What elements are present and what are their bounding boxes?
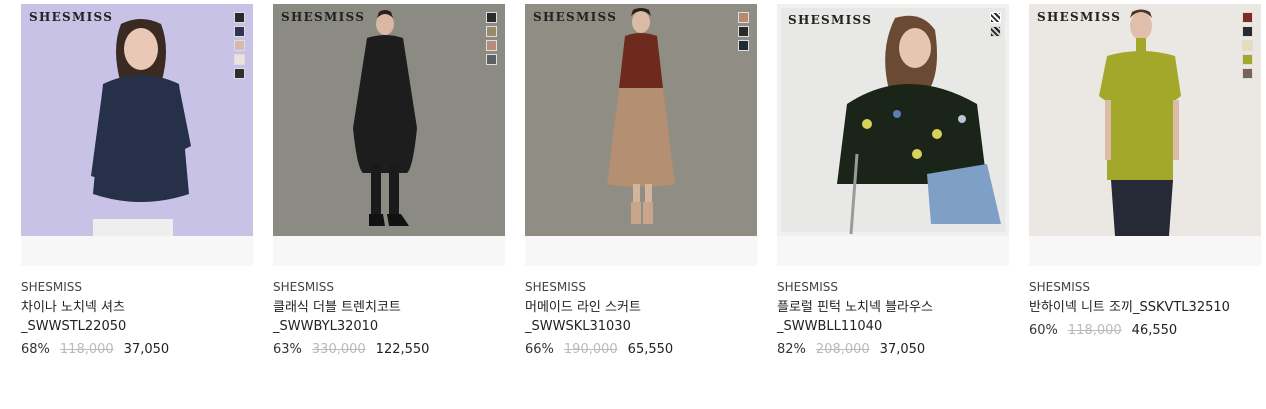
- product-photo[interactable]: [525, 4, 757, 236]
- color-swatches: [990, 12, 1001, 37]
- discount-rate: 68%: [21, 342, 50, 357]
- color-swatch[interactable]: [1242, 40, 1253, 51]
- color-swatches: [234, 12, 245, 79]
- color-swatches: [738, 12, 749, 51]
- color-swatch[interactable]: [486, 12, 497, 23]
- color-swatch[interactable]: [990, 12, 1001, 23]
- color-swatch[interactable]: [990, 26, 1001, 37]
- product-image-area[interactable]: SHESMISS: [21, 4, 253, 266]
- color-swatch[interactable]: [1242, 68, 1253, 79]
- product-brand[interactable]: SHESMISS: [21, 280, 253, 294]
- product-brand[interactable]: SHESMISS: [273, 280, 505, 294]
- model-illustration: [1099, 9, 1181, 236]
- discount-rate: 63%: [273, 342, 302, 357]
- product-card-4[interactable]: SHESMISS SHESMISS 플로럴 핀턱 노치넥 블라우스 _SWWBL…: [777, 4, 1009, 357]
- product-image-area[interactable]: SHESMISS: [1029, 4, 1261, 266]
- product-card-5[interactable]: SHESMISS SHESMISS 반하이넥 니트 조끼_SSKVTL32510…: [1029, 4, 1261, 338]
- model-illustration: [91, 19, 191, 236]
- price-row: 68% 118,000 37,050: [21, 342, 253, 357]
- product-image-area[interactable]: SHESMISS: [777, 4, 1009, 266]
- brand-watermark: SHESMISS: [29, 10, 114, 24]
- discount-rate: 82%: [777, 342, 806, 357]
- brand-watermark: SHESMISS: [1037, 10, 1122, 24]
- color-swatch[interactable]: [1242, 54, 1253, 65]
- product-photo[interactable]: [777, 4, 1009, 236]
- color-swatches: [486, 12, 497, 65]
- product-brand[interactable]: SHESMISS: [777, 280, 1009, 294]
- product-image-area[interactable]: SHESMISS: [525, 4, 757, 266]
- brand-watermark: SHESMISS: [788, 13, 873, 27]
- color-swatch[interactable]: [738, 12, 749, 23]
- discount-rate: 60%: [1029, 323, 1058, 338]
- product-name[interactable]: 차이나 노치넥 셔츠 _SWWSTL22050: [21, 298, 253, 336]
- color-swatch[interactable]: [486, 40, 497, 51]
- product-photo[interactable]: [273, 4, 505, 236]
- model-illustration: [607, 8, 675, 224]
- color-swatch[interactable]: [738, 26, 749, 37]
- color-swatch[interactable]: [1242, 26, 1253, 37]
- original-price: 190,000: [563, 342, 618, 357]
- sale-price: 122,550: [375, 342, 430, 357]
- product-brand[interactable]: SHESMISS: [525, 280, 757, 294]
- product-name[interactable]: 클래식 더블 트렌치코트 _SWWBYL32010: [273, 298, 505, 336]
- price-row: 82% 208,000 37,050: [777, 342, 1009, 357]
- product-photo[interactable]: [21, 4, 253, 236]
- color-swatches: [1242, 12, 1253, 79]
- sale-price: 65,550: [627, 342, 674, 357]
- product-name[interactable]: 반하이넥 니트 조끼_SSKVTL32510: [1029, 298, 1261, 317]
- product-name[interactable]: 머메이드 라인 스커트 _SWWSKL31030: [525, 298, 757, 336]
- product-brand[interactable]: SHESMISS: [1029, 280, 1261, 294]
- color-swatch[interactable]: [486, 26, 497, 37]
- brand-watermark: SHESMISS: [281, 10, 366, 24]
- discount-rate: 66%: [525, 342, 554, 357]
- color-swatch[interactable]: [234, 40, 245, 51]
- product-name[interactable]: 플로럴 핀턱 노치넥 블라우스 _SWWBLL11040: [777, 298, 1009, 336]
- product-photo[interactable]: [1029, 4, 1261, 236]
- color-swatch[interactable]: [1242, 12, 1253, 23]
- sale-price: 46,550: [1131, 323, 1178, 338]
- color-swatch[interactable]: [234, 26, 245, 37]
- model-illustration: [781, 8, 1005, 235]
- sale-price: 37,050: [879, 342, 926, 357]
- brand-watermark: SHESMISS: [533, 10, 618, 24]
- color-swatch[interactable]: [234, 12, 245, 23]
- sale-price: 37,050: [123, 342, 170, 357]
- product-image-area[interactable]: SHESMISS: [273, 4, 505, 266]
- color-swatch[interactable]: [234, 68, 245, 79]
- original-price: 118,000: [59, 342, 114, 357]
- product-card-3[interactable]: SHESMISS SHESMISS 머메이드 라인 스커트 _SWWSKL310…: [525, 4, 757, 357]
- product-card-2[interactable]: SHESMISS SHESMISS 클래식 더블 트렌치코트 _SWWBYL32…: [273, 4, 505, 357]
- price-row: 63% 330,000 122,550: [273, 342, 505, 357]
- model-illustration: [353, 10, 417, 226]
- original-price: 208,000: [815, 342, 870, 357]
- color-swatch[interactable]: [234, 54, 245, 65]
- color-swatch[interactable]: [738, 40, 749, 51]
- price-row: 60% 118,000 46,550: [1029, 323, 1261, 338]
- product-card-1[interactable]: SHESMISS SHESMISS 차이나 노치넥 셔츠 _SWWSTL2205…: [21, 4, 253, 357]
- color-swatch[interactable]: [486, 54, 497, 65]
- original-price: 118,000: [1067, 323, 1122, 338]
- price-row: 66% 190,000 65,550: [525, 342, 757, 357]
- original-price: 330,000: [311, 342, 366, 357]
